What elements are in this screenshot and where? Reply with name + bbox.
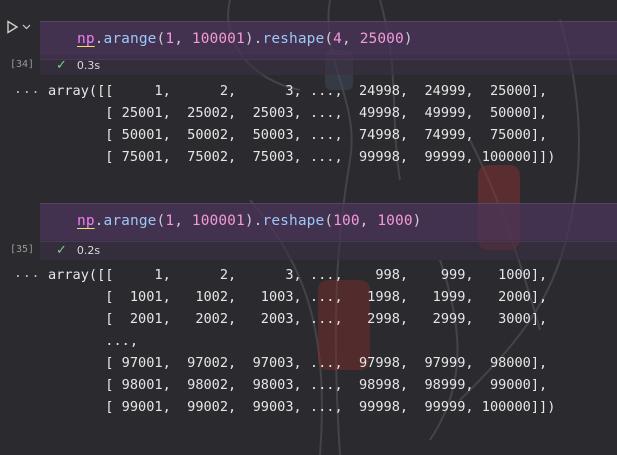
output-line: [ 25001, 25002, 25003, ..., 49998, 49999… xyxy=(48,105,548,121)
code-token: ( xyxy=(324,213,334,229)
check-icon: ✓ xyxy=(56,242,67,258)
code-line[interactable]: np.arange(1, 100001).reshape(100, 1000) xyxy=(77,213,422,229)
code-token: 1 xyxy=(165,213,175,229)
output-line: [ 99001, 99002, 99003, ..., 99998, 99999… xyxy=(48,399,556,415)
execution-duration: 0.3s xyxy=(76,58,101,72)
code-token: 100001 xyxy=(191,31,245,47)
code-token: reshape xyxy=(262,213,325,229)
code-token: , xyxy=(174,31,192,47)
output-menu-button[interactable]: ... xyxy=(14,266,40,281)
code-token: 4 xyxy=(333,31,343,47)
code-line[interactable]: np.arange(1, 100001).reshape(4, 25000) xyxy=(77,31,413,47)
code-token: , xyxy=(359,213,378,229)
execution-status: ✓ 0.3s xyxy=(40,55,617,75)
code-token: . xyxy=(94,213,104,229)
code-token: np xyxy=(77,31,95,47)
execution-count: [34] xyxy=(10,59,35,70)
code-cell-input[interactable]: np.arange(1, 100001).reshape(100, 1000) xyxy=(40,203,617,242)
output-line: ..., xyxy=(48,333,139,349)
chevron-down-icon[interactable] xyxy=(22,24,31,30)
output-line: [ 50001, 50002, 50003, ..., 74998, 74999… xyxy=(48,127,548,143)
output-line: array([[ 1, 2, 3, ..., 24998, 24999, 250… xyxy=(48,83,548,99)
code-token: ) xyxy=(403,31,413,47)
code-token: , xyxy=(174,213,192,229)
cell-output: array([[ 1, 2, 3, ..., 998, 999, 1000], … xyxy=(48,264,555,418)
check-icon: ✓ xyxy=(56,57,67,73)
code-token: 1000 xyxy=(377,213,413,229)
code-token: . xyxy=(94,31,104,47)
run-cell-button[interactable] xyxy=(6,17,36,37)
output-line: [ 97001, 97002, 97003, ..., 97998, 97999… xyxy=(48,355,548,371)
output-line: [ 98001, 98002, 98003, ..., 98998, 98999… xyxy=(48,377,548,393)
code-token: , xyxy=(342,31,360,47)
code-token: 100001 xyxy=(191,213,245,229)
code-token: ) xyxy=(412,213,422,229)
code-token: ). xyxy=(244,31,263,47)
output-menu-button[interactable]: ... xyxy=(14,82,40,97)
code-token: 100 xyxy=(333,213,360,229)
code-token: arange xyxy=(103,31,157,47)
output-line: [ 1001, 1002, 1003, ..., 1998, 1999, 200… xyxy=(48,289,548,305)
output-line: [ 75001, 75002, 75003, ..., 99998, 99999… xyxy=(48,149,556,165)
execution-status: ✓ 0.2s xyxy=(40,240,617,260)
output-line: [ 2001, 2002, 2003, ..., 2998, 2999, 300… xyxy=(48,311,548,327)
code-token: reshape xyxy=(262,31,325,47)
execution-duration: 0.2s xyxy=(76,243,101,257)
output-line: array([[ 1, 2, 3, ..., 998, 999, 1000], xyxy=(48,267,548,283)
code-token: np xyxy=(77,213,95,229)
play-icon xyxy=(7,20,19,34)
code-token: arange xyxy=(103,213,157,229)
cell-output: array([[ 1, 2, 3, ..., 24998, 24999, 250… xyxy=(48,80,555,168)
code-token: ( xyxy=(324,31,334,47)
code-token: 1 xyxy=(165,31,175,47)
code-token: ). xyxy=(244,213,263,229)
execution-count: [35] xyxy=(10,244,35,255)
code-token: 25000 xyxy=(359,31,404,47)
